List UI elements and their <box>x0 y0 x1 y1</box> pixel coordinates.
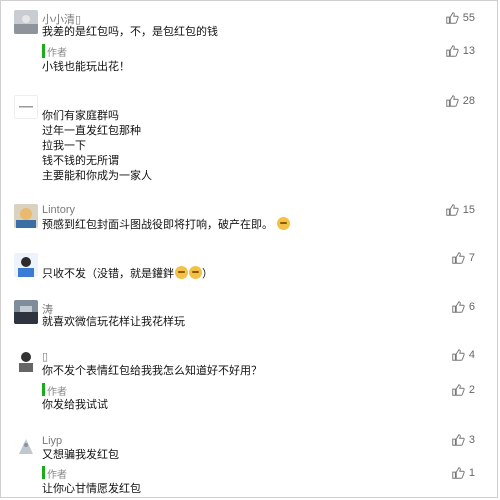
avatar[interactable] <box>14 95 38 119</box>
like-button[interactable]: 13 <box>445 44 475 58</box>
like-count: 1 <box>468 467 475 479</box>
like-count: 4 <box>468 349 475 361</box>
author-reply-text: 小钱也能玩出花！ <box>42 61 130 73</box>
author-label: 作者 <box>47 48 67 59</box>
author-reply-marker <box>42 44 45 58</box>
like-count: 13 <box>462 45 475 57</box>
thumbs-up-icon <box>452 467 465 479</box>
comment-username[interactable]: Liyp <box>42 435 62 447</box>
author-label: 作者 <box>47 387 67 398</box>
like-button[interactable]: 3 <box>451 433 475 447</box>
avatar[interactable] <box>14 434 38 458</box>
like-button[interactable]: 15 <box>445 203 475 217</box>
avatar[interactable] <box>14 300 38 324</box>
avatar[interactable] <box>14 10 38 34</box>
grimace-emoji-icon <box>189 266 202 279</box>
thumbs-up-icon <box>452 384 465 396</box>
like-count: 55 <box>462 12 475 24</box>
author-reply-marker <box>42 466 45 479</box>
thumbs-up-icon <box>452 301 465 313</box>
thumbs-up-icon <box>446 204 459 216</box>
thumbs-up-icon <box>446 95 459 107</box>
avatar[interactable] <box>14 348 38 372</box>
like-button[interactable]: 2 <box>451 383 475 397</box>
comment-list[interactable]: 小小清▯ 我差的是红包吗，不，是包红包的钱 55 作者 小钱也能玩出花！ 13 … <box>0 0 498 498</box>
comment-text: 就喜欢微信玩花样让我花样玩 <box>42 316 185 328</box>
thumbs-up-icon <box>446 12 459 24</box>
like-count: 3 <box>468 434 475 446</box>
comment-text: 你们有家庭群吗 过年一直发红包那种 拉我一下 钱不钱的无所谓 主要能和你成为一家… <box>42 110 152 182</box>
like-button[interactable]: 55 <box>445 11 475 25</box>
avatar[interactable] <box>14 253 38 277</box>
grimace-emoji-icon <box>277 217 291 230</box>
like-count: 7 <box>468 252 475 264</box>
like-count: 2 <box>468 384 475 396</box>
like-button[interactable]: 28 <box>445 94 475 108</box>
comment-text: 只收不发（没错，就是鑵鉡） <box>42 266 213 280</box>
like-count: 15 <box>462 204 475 216</box>
like-count: 28 <box>462 95 475 107</box>
like-button[interactable]: 7 <box>451 251 475 265</box>
like-button[interactable]: 4 <box>451 348 475 362</box>
like-count: 6 <box>468 301 475 313</box>
like-button[interactable]: 6 <box>451 300 475 314</box>
comment-text: 又想骗我发红包 <box>42 449 119 461</box>
comment-text: 预感到红包封面斗图战役即将打响，破产在即。 <box>42 217 291 233</box>
author-reply-text: 你发给我试试 <box>42 399 108 411</box>
author-label: 作者 <box>47 470 67 481</box>
comment-text: 你不发个表情红包给我我怎么知道好不好用？ <box>42 365 262 377</box>
author-reply-text: 让你心甘情愿发红包 <box>42 483 141 495</box>
avatar[interactable] <box>14 204 38 228</box>
thumbs-up-icon <box>452 252 465 264</box>
thumbs-up-icon <box>452 349 465 361</box>
comment-text: 我差的是红包吗，不，是包红包的钱 <box>42 26 218 38</box>
thumbs-up-icon <box>452 434 465 446</box>
author-reply-marker <box>42 383 45 396</box>
like-button[interactable]: 1 <box>451 466 475 480</box>
comment-username[interactable]: ▯ <box>42 350 48 363</box>
thumbs-up-icon <box>446 45 459 57</box>
grimace-emoji-icon <box>175 266 188 279</box>
comment-username[interactable]: Lintory <box>42 204 75 216</box>
